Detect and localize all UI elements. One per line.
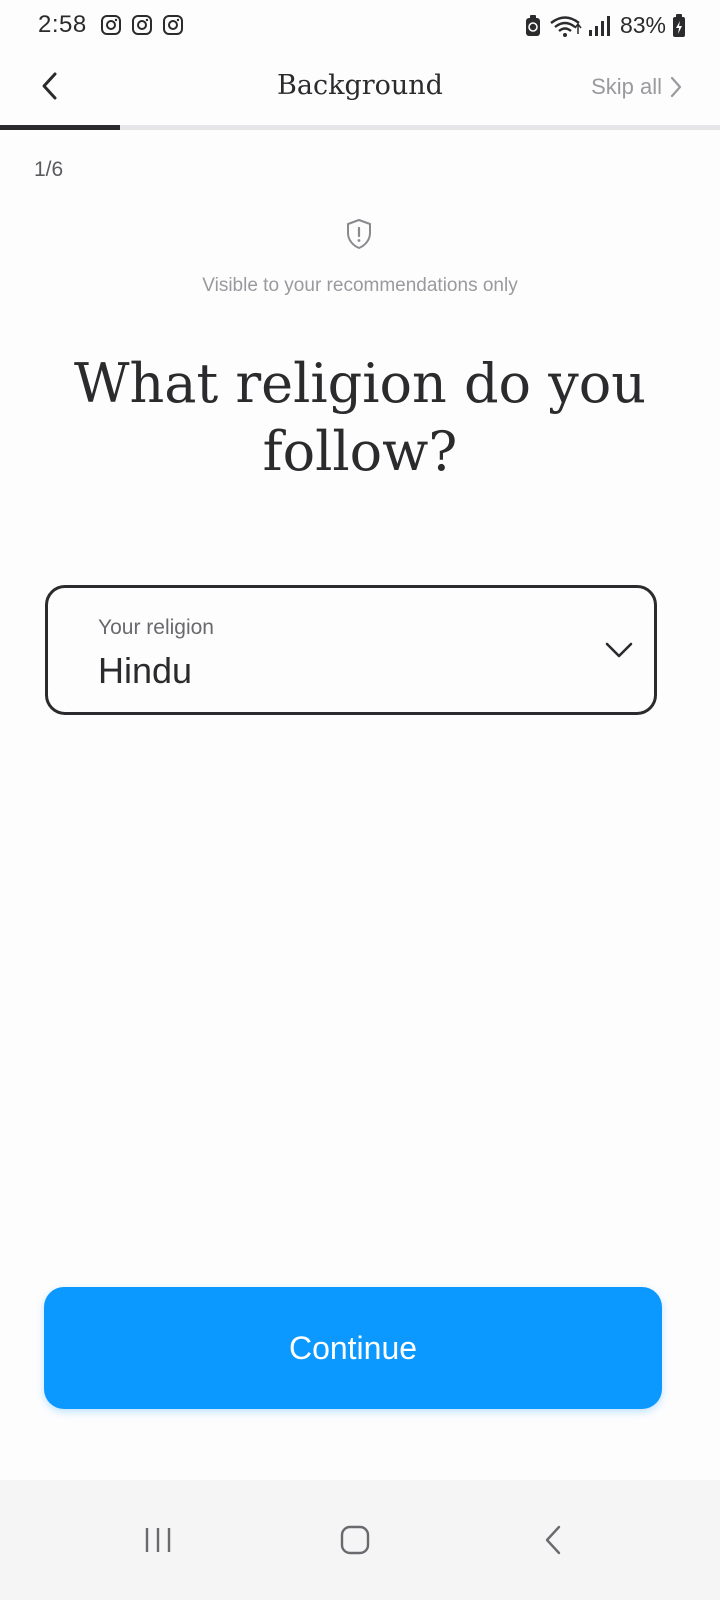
instagram-icon (101, 15, 121, 35)
home-icon (340, 1525, 370, 1555)
battery-charging-icon (673, 13, 685, 37)
question-heading: What religion do you follow? (74, 352, 646, 483)
recent-apps-icon (145, 1528, 171, 1552)
notification-icons (100, 14, 184, 36)
progress-bar (0, 125, 720, 130)
religion-select-label: Your religion (98, 616, 214, 639)
chevron-down-icon (605, 642, 633, 658)
system-navigation-bar (0, 1480, 720, 1600)
religion-select[interactable]: Your religion Hindu (45, 585, 657, 715)
chevron-right-icon (670, 76, 682, 98)
system-back-button[interactable] (513, 1500, 593, 1580)
visibility-note: Visible to your recommendations only (202, 275, 518, 296)
home-button[interactable] (315, 1500, 395, 1580)
skip-all-button[interactable]: Skip all (591, 74, 682, 100)
status-time: 2:58 (38, 11, 87, 38)
system-status-icons: 83% (524, 12, 686, 39)
continue-button[interactable]: Continue (44, 1287, 662, 1409)
instagram-icon (163, 15, 183, 35)
shield-alert-icon (347, 219, 371, 249)
recent-apps-button[interactable] (118, 1500, 198, 1580)
progress-fill (0, 125, 121, 130)
status-bar: 2:58 83% (0, 0, 720, 54)
wifi-icon (550, 15, 582, 37)
step-counter: 1/6 (34, 158, 64, 181)
instagram-icon (132, 15, 152, 35)
battery-saver-icon (525, 14, 540, 36)
skip-all-label: Skip all (591, 74, 662, 99)
back-icon (545, 1525, 561, 1555)
religion-select-value: Hindu (98, 650, 193, 691)
battery-percent: 83% (619, 12, 666, 38)
signal-icon (588, 15, 610, 36)
header: Background Skip all (0, 54, 720, 128)
